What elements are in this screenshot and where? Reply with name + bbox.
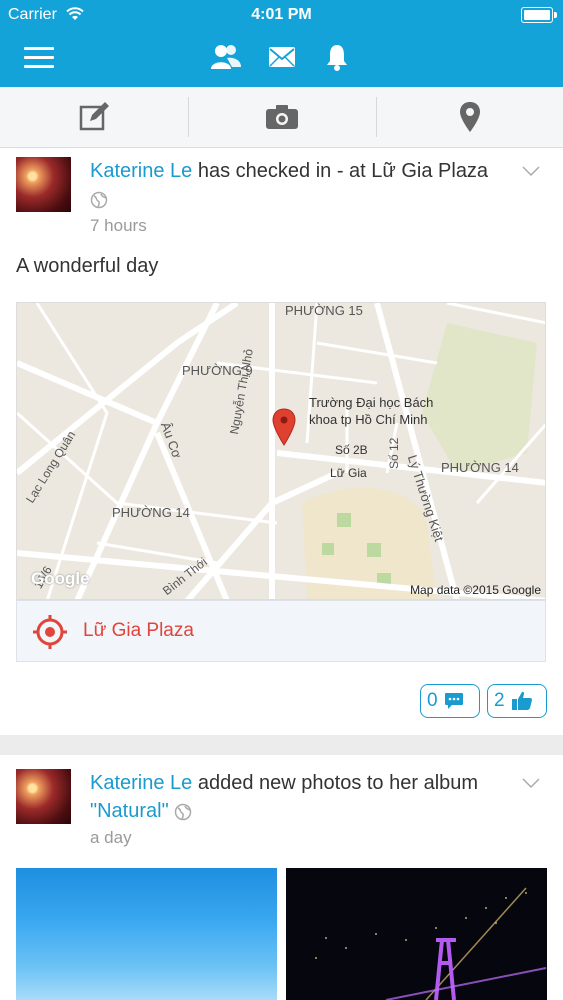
album-photo[interactable] bbox=[286, 868, 547, 1000]
notifications-icon[interactable] bbox=[325, 43, 349, 71]
like-button[interactable]: 2 bbox=[487, 684, 547, 718]
place-bar[interactable]: Lữ Gia Plaza bbox=[16, 600, 546, 662]
action-text: has checked in - at bbox=[192, 160, 372, 182]
status-bar: Carrier 4:01 PM bbox=[0, 0, 563, 30]
map-view[interactable]: PHƯỜNG 15 PHƯỜNG 9 Trường Đại học Bách k… bbox=[16, 302, 546, 600]
post-time: a day bbox=[90, 828, 132, 847]
google-logo: Google bbox=[31, 569, 90, 588]
compose-icon bbox=[79, 102, 109, 131]
comment-button[interactable]: 0 bbox=[420, 684, 480, 718]
post-headline: Katerine Le has checked in - at Lữ Gia P… bbox=[90, 157, 513, 213]
post-headline: Katerine Le added new photos to her albu… bbox=[90, 769, 513, 825]
nav-row bbox=[0, 30, 563, 87]
map-label: Số 2B bbox=[335, 443, 368, 457]
location-button[interactable] bbox=[376, 87, 563, 147]
place-text[interactable]: Lữ Gia Plaza bbox=[371, 160, 488, 182]
compose-button[interactable] bbox=[0, 87, 187, 147]
map-roads bbox=[17, 303, 545, 599]
map-label: PHƯỜNG 14 bbox=[112, 505, 190, 520]
menu-icon[interactable] bbox=[24, 47, 54, 69]
author-link[interactable]: Katerine Le bbox=[90, 772, 192, 794]
like-count: 2 bbox=[494, 690, 505, 711]
friends-icon[interactable] bbox=[210, 42, 242, 72]
chevron-down-icon[interactable] bbox=[521, 165, 541, 177]
map-label: khoa tp Hồ Chí Minh bbox=[309, 412, 428, 427]
post-text: A wonderful day bbox=[16, 255, 159, 277]
map-label: Trường Đại học Bách bbox=[309, 395, 434, 410]
comment-icon bbox=[444, 693, 463, 709]
thumbs-up-icon bbox=[511, 691, 532, 710]
map-label: PHƯỜNG 15 bbox=[285, 303, 363, 318]
album-link[interactable]: "Natural" bbox=[90, 800, 169, 822]
album-photo[interactable] bbox=[16, 868, 277, 1000]
map-label: Lữ Gia bbox=[330, 466, 367, 480]
clock: 4:01 PM bbox=[251, 6, 312, 23]
map-attribution: Map data ©2015 Google bbox=[410, 583, 541, 597]
camera-icon bbox=[265, 105, 298, 129]
action-text: added new photos to her album bbox=[192, 772, 479, 794]
place-name: Lữ Gia Plaza bbox=[83, 620, 194, 641]
map-label: PHƯỜNG 14 bbox=[441, 460, 519, 475]
globe-icon bbox=[90, 191, 108, 208]
target-icon bbox=[33, 615, 67, 649]
composer-actions bbox=[0, 87, 563, 148]
author-link[interactable]: Katerine Le bbox=[90, 160, 192, 182]
bridge-photo-art bbox=[286, 868, 547, 1000]
map-marker-icon[interactable] bbox=[272, 408, 296, 446]
post-time: 7 hours bbox=[90, 216, 147, 235]
comment-count: 0 bbox=[427, 690, 438, 711]
battery-icon bbox=[521, 7, 557, 23]
chevron-down-icon[interactable] bbox=[521, 777, 541, 789]
map-label: Số 12 bbox=[387, 437, 401, 469]
avatar[interactable] bbox=[16, 769, 71, 824]
avatar[interactable] bbox=[16, 157, 71, 212]
globe-icon bbox=[174, 803, 192, 820]
top-bar: Carrier 4:01 PM bbox=[0, 0, 563, 87]
location-pin-icon bbox=[459, 102, 480, 132]
camera-button[interactable] bbox=[188, 87, 375, 147]
messages-icon[interactable] bbox=[268, 46, 296, 68]
